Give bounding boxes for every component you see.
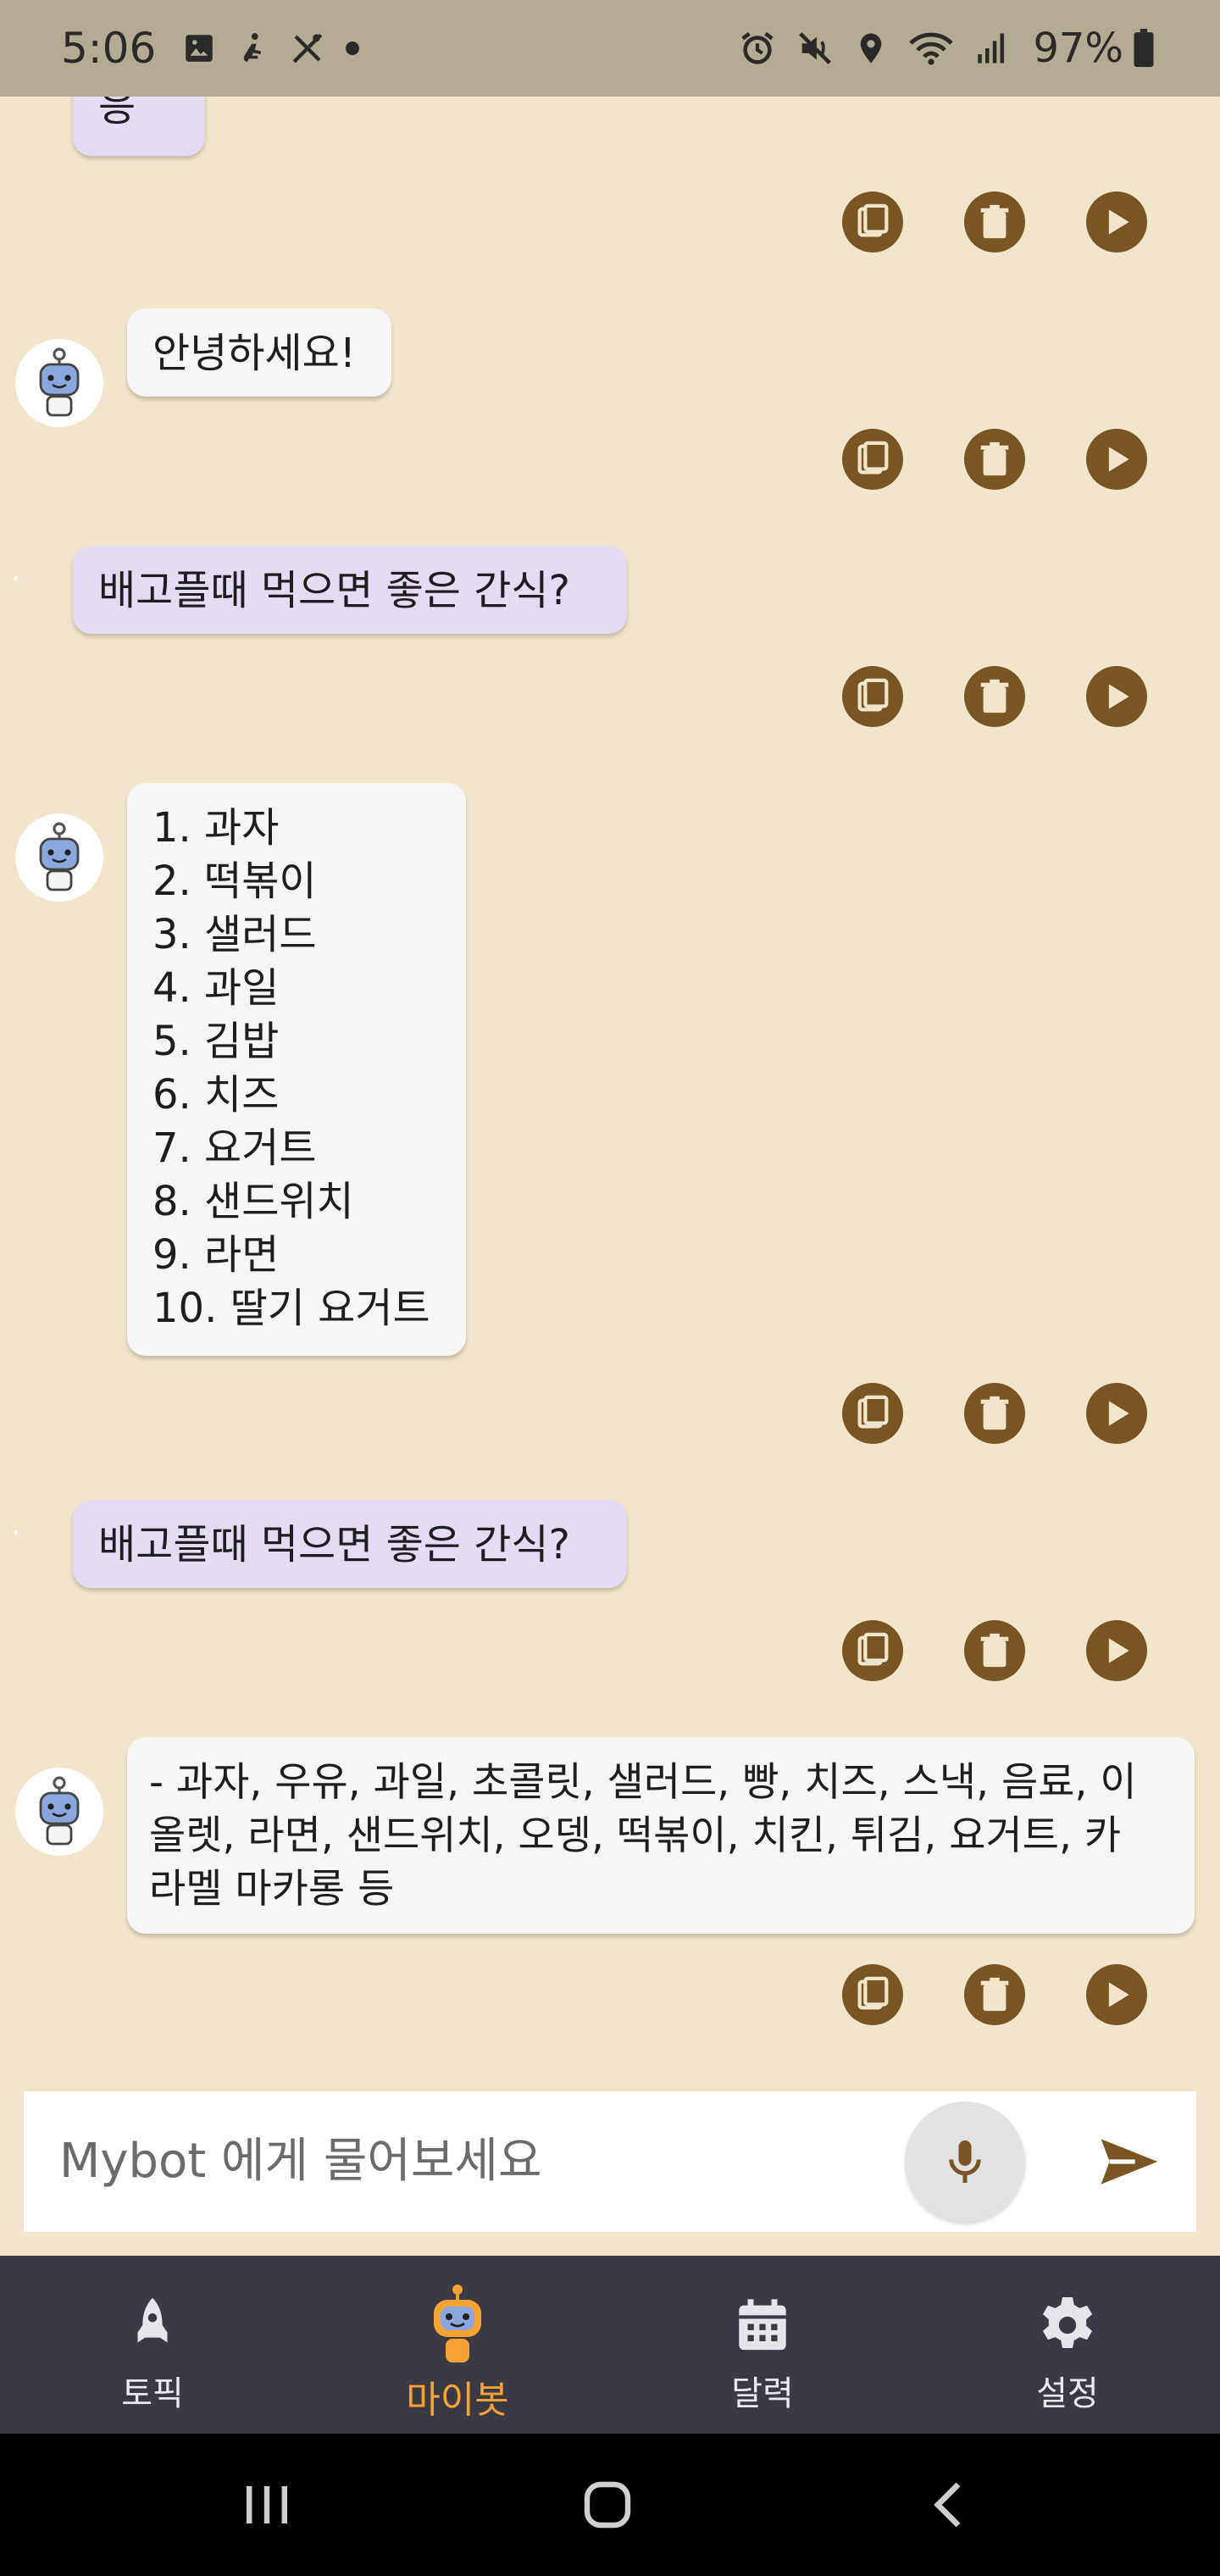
- nav-item-mybot[interactable]: 마이봇: [305, 2256, 610, 2434]
- status-bar: 5:06 97%: [0, 0, 1220, 97]
- message-actions: [842, 1964, 1147, 2025]
- delete-button[interactable]: [964, 192, 1025, 253]
- bot-avatar: [15, 1768, 103, 1856]
- play-icon: [1108, 1638, 1129, 1663]
- nav-label-topic: 토픽: [121, 2374, 184, 2413]
- play-button[interactable]: [1086, 666, 1147, 727]
- nav-label-calendar: 달력: [731, 2374, 794, 2413]
- notification-dot-icon: [344, 40, 361, 57]
- delete-icon: [980, 204, 1009, 239]
- copy-icon: [857, 1976, 889, 2010]
- delete-button[interactable]: [964, 1383, 1025, 1444]
- location-icon: [853, 31, 889, 66]
- play-icon: [1108, 1401, 1129, 1426]
- message-actions: [842, 1383, 1147, 1444]
- delete-icon: [980, 1633, 1009, 1668]
- mic-icon: [949, 2140, 981, 2183]
- play-icon: [1108, 209, 1129, 235]
- calendar-icon: [739, 2299, 786, 2351]
- copy-button[interactable]: [842, 429, 903, 490]
- copy-button[interactable]: [842, 1964, 903, 2025]
- message-actions: [842, 192, 1147, 253]
- robot-icon: [39, 1776, 80, 1846]
- tools-icon: [290, 31, 325, 66]
- copy-icon: [857, 203, 889, 237]
- bot-avatar: [15, 339, 103, 427]
- delete-button[interactable]: [964, 1620, 1025, 1681]
- back-icon: [934, 2482, 961, 2528]
- nav-label-settings: 설정: [1036, 2374, 1099, 2413]
- wifi-icon: [907, 29, 955, 68]
- user-message: 배고플때 먹으면 좋은 간식?: [73, 546, 627, 634]
- delete-button[interactable]: [964, 666, 1025, 727]
- bot-message: - 과자, 우유, 과일, 초콜릿, 샐러드, 빵, 치즈, 스낵, 음료, 이…: [127, 1737, 1195, 1934]
- home-button[interactable]: [569, 2469, 646, 2540]
- gallery-icon: [181, 31, 217, 66]
- send-button[interactable]: [1083, 2115, 1176, 2208]
- play-button[interactable]: [1086, 429, 1147, 490]
- message-input[interactable]: Mybot 에게 물어보세요: [59, 2091, 541, 2232]
- message-actions: [842, 666, 1147, 727]
- home-icon: [584, 2481, 631, 2529]
- delete-button[interactable]: [964, 429, 1025, 490]
- bot-message: 안녕하세요!: [127, 308, 391, 397]
- send-icon: [1101, 2139, 1158, 2185]
- back-button[interactable]: [910, 2469, 986, 2540]
- status-dot: [14, 576, 18, 580]
- delete-icon: [980, 1396, 1009, 1430]
- delete-icon: [980, 1977, 1009, 2012]
- mic-button[interactable]: [905, 2101, 1025, 2222]
- delete-icon: [980, 441, 1009, 476]
- delete-icon: [980, 679, 1009, 713]
- copy-button[interactable]: [842, 1383, 903, 1444]
- message-actions: [842, 1620, 1147, 1681]
- play-button[interactable]: [1086, 192, 1147, 253]
- recent-apps-button[interactable]: [229, 2469, 305, 2540]
- user-message: 응 ㅇ: [73, 97, 205, 156]
- play-icon: [1108, 447, 1129, 472]
- copy-icon: [857, 441, 889, 475]
- accessibility-icon: [236, 31, 271, 66]
- copy-button[interactable]: [842, 192, 903, 253]
- system-nav-bar: [0, 2434, 1220, 2576]
- bottom-nav: 토픽 마이봇 달력 설정: [0, 2256, 1220, 2434]
- play-button[interactable]: [1086, 1383, 1147, 1444]
- copy-icon: [857, 1632, 889, 1666]
- robot-icon: [434, 2285, 481, 2362]
- battery-icon: [1132, 29, 1156, 68]
- status-time: 5:06: [61, 24, 157, 73]
- nav-item-settings[interactable]: 설정: [915, 2256, 1220, 2434]
- nav-item-topic[interactable]: 토픽: [0, 2256, 305, 2434]
- gear-icon: [1042, 2297, 1093, 2348]
- alarm-icon: [738, 29, 777, 68]
- play-icon: [1108, 1982, 1129, 2007]
- bot-message: 1. 과자 2. 떡볶이 3. 샐러드 4. 과일 5. 김밥 6. 치즈 7.…: [127, 783, 466, 1356]
- bot-avatar: [15, 813, 103, 902]
- message-actions: [842, 429, 1147, 490]
- delete-button[interactable]: [964, 1964, 1025, 2025]
- signal-icon: [973, 31, 1009, 66]
- robot-icon: [39, 347, 80, 417]
- copy-button[interactable]: [842, 666, 903, 727]
- copy-button[interactable]: [842, 1620, 903, 1681]
- play-button[interactable]: [1086, 1964, 1147, 2025]
- robot-icon: [39, 822, 80, 891]
- battery-percent: 97%: [1033, 25, 1123, 72]
- recent-apps-icon: [247, 2486, 287, 2523]
- copy-icon: [857, 1395, 889, 1429]
- play-button[interactable]: [1086, 1620, 1147, 1681]
- chat-area[interactable]: 응 ㅇ 안녕하세요! 배고플때 먹으면 좋은 간식? 1. 과자 2. 떡볶이 …: [0, 97, 1220, 2079]
- play-icon: [1108, 684, 1129, 709]
- mute-icon: [796, 29, 835, 68]
- status-dot: [14, 1530, 18, 1535]
- nav-label-mybot: 마이봇: [406, 2379, 509, 2422]
- copy-icon: [857, 678, 889, 712]
- rocket-icon: [137, 2297, 168, 2343]
- message-input-bar: Mybot 에게 물어보세요: [24, 2091, 1196, 2232]
- user-message: 배고플때 먹으면 좋은 간식?: [73, 1500, 627, 1588]
- nav-item-calendar[interactable]: 달력: [610, 2256, 915, 2434]
